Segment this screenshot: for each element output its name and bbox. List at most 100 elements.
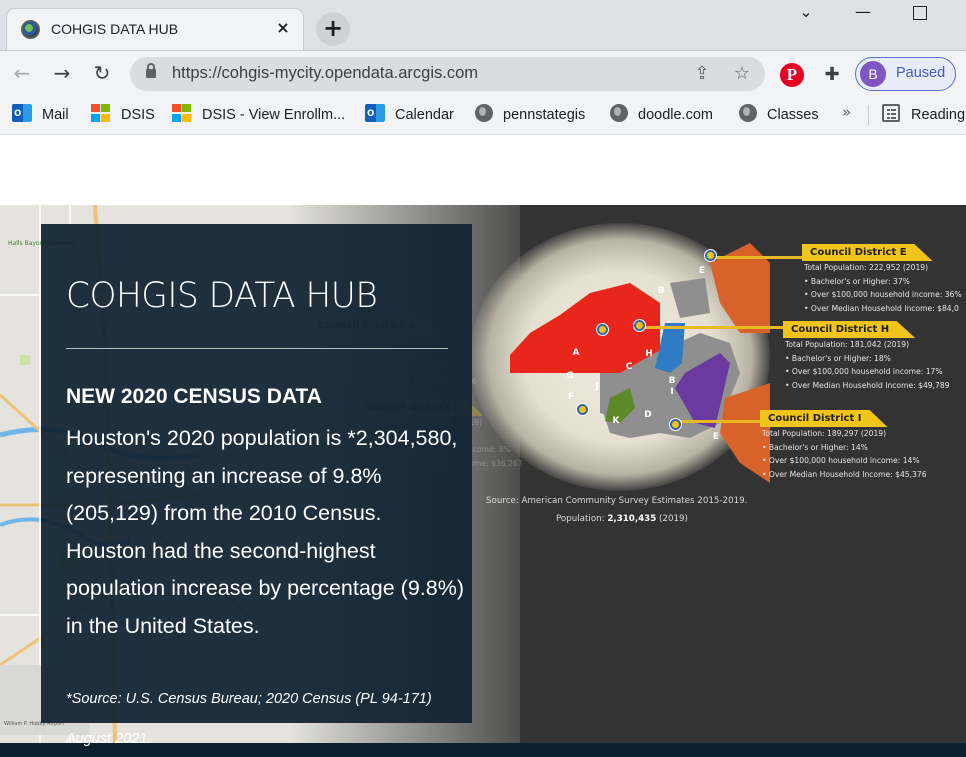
infographic-source: Source: American Community Survey Estima… (486, 496, 748, 506)
profile-status: Paused (896, 65, 946, 81)
population-value: 2,310,435 (607, 514, 657, 524)
page-title: COHGIS DATA HUB (66, 276, 378, 316)
district-j-pin (577, 404, 588, 415)
population-label: Population: (556, 514, 605, 524)
bookmark-label: Mail (42, 107, 69, 123)
profile-button[interactable]: B Paused (855, 57, 956, 91)
back-button[interactable]: ← (8, 59, 36, 87)
district-b-shape (670, 278, 710, 318)
minimize-button[interactable]: — (848, 2, 878, 24)
outlook-icon (365, 104, 385, 122)
census-source-note: *Source: U.S. Census Bureau; 2020 Census… (66, 691, 432, 707)
browser-toolbar: ← → ↻ https://cohgis-mycity.opendata.arc… (0, 50, 966, 95)
bookmark-dsis-view-enrollment[interactable]: DSIS - View Enrollm... (172, 104, 345, 126)
district-e-pin (705, 250, 716, 261)
bookmark-label: pennstategis (503, 107, 586, 123)
bookmarks-divider (868, 105, 869, 125)
population-year: (2019) (659, 514, 688, 524)
district-label: D (644, 410, 652, 420)
district-label: E (712, 432, 720, 442)
callout-bachelor: • Bachelor's or Higher: 37% (804, 276, 910, 286)
share-icon[interactable]: ⇪ (690, 62, 714, 86)
callout-total-population: Total Population: 181,042 (2019) (785, 340, 910, 349)
callout-total-population: Total Population: 222,952 (2019) (804, 263, 929, 272)
avatar: B (860, 61, 886, 87)
callout-total-population: Total Population: 189,297 (2019) (762, 429, 887, 438)
district-label: H (645, 349, 653, 359)
district-label: G (566, 371, 574, 381)
bookmark-label: Calendar (395, 107, 454, 123)
reading-list-label: Reading list (911, 107, 966, 123)
district-label: I (670, 387, 674, 397)
census-body: Houston's 2020 population is *2,304,580,… (66, 420, 466, 645)
address-bar[interactable]: https://cohgis-mycity.opendata.arcgis.co… (130, 57, 765, 91)
bookmark-mail[interactable]: Mail (12, 104, 69, 126)
callout-over-100k: • Over $100,000 household income: 17% (785, 367, 943, 376)
district-label: C (625, 362, 633, 372)
hero-text-panel: COHGIS DATA HUB NEW 2020 CENSUS DATA Hou… (41, 224, 472, 723)
callout-district-i: Council District I Total Population: 189… (760, 406, 927, 481)
district-label: J (595, 382, 599, 392)
bookmark-pennstategis[interactable]: pennstategis (475, 104, 585, 126)
bookmark-calendar[interactable]: Calendar (365, 104, 454, 126)
close-tab-icon[interactable]: × (273, 18, 293, 38)
title-divider (66, 348, 448, 349)
district-i-pin (670, 419, 681, 430)
maximize-button[interactable] (905, 2, 935, 24)
callout-district-h: Council District H Total Population: 181… (783, 317, 950, 392)
leader-line-district-e (715, 256, 815, 259)
callout-title: Council District I (760, 410, 888, 427)
globe-icon (475, 104, 493, 122)
globe-icon (610, 104, 628, 122)
extensions-puzzle-icon[interactable]: ✚ (820, 63, 844, 87)
callout-median-income: • Over Median Household Income: $84,0 (804, 303, 959, 313)
microsoft-icon (91, 104, 111, 122)
bookmark-dsis[interactable]: DSIS (91, 104, 155, 126)
outlook-icon (12, 104, 32, 122)
bookmarks-overflow-chevron-icon[interactable]: » (842, 103, 851, 121)
leader-line-district-h (645, 326, 795, 329)
callout-bachelor: • Bachelor's or Higher: 14% (762, 442, 868, 452)
bookmarks-bar: Mail DSIS DSIS - View Enrollm... Calenda… (0, 95, 966, 135)
callout-title: Council District H (783, 321, 916, 338)
microsoft-icon (172, 104, 192, 122)
district-label: B (657, 286, 665, 296)
district-a-pin (597, 324, 608, 335)
infographic-population: Population: 2,310,435 (2019) (556, 514, 688, 524)
bookmark-doodle[interactable]: doodle.com (610, 104, 713, 126)
bookmark-label: doodle.com (638, 107, 713, 123)
district-label: F (567, 392, 575, 402)
url-text[interactable]: https://cohgis-mycity.opendata.arcgis.co… (172, 64, 478, 83)
callout-title: Council District E (802, 244, 933, 261)
district-label: E (698, 266, 706, 276)
tab-title: COHGIS DATA HUB (51, 21, 179, 37)
new-tab-button[interactable]: + (316, 12, 350, 46)
map-park (20, 355, 30, 365)
bookmark-label: DSIS (121, 107, 155, 123)
bookmark-label: Classes (767, 107, 819, 123)
callout-district-e: Council District E Total Population: 222… (802, 240, 962, 315)
district-h-pin (634, 320, 645, 331)
district-label: K (612, 416, 620, 426)
browser-titlebar: COHGIS DATA HUB × + ⌄ — (0, 0, 966, 50)
bookmark-star-icon[interactable]: ☆ (730, 62, 754, 86)
browser-tab-active[interactable]: COHGIS DATA HUB × (6, 8, 304, 50)
district-label: A (572, 348, 580, 358)
callout-over-100k: • Over $100,000 household income: 14% (762, 456, 920, 465)
census-date-note: August 2021. (66, 731, 152, 747)
bookmark-label: DSIS - View Enrollm... (202, 107, 346, 123)
reading-list-button[interactable]: Reading list (882, 104, 966, 126)
reading-list-icon (882, 104, 900, 122)
globe-icon (739, 104, 757, 122)
reload-button[interactable]: ↻ (88, 59, 116, 87)
tab-search-chevron-icon[interactable]: ⌄ (791, 2, 821, 24)
pinterest-extension-icon[interactable]: P (780, 63, 804, 87)
globe-map-icon (21, 20, 40, 39)
lock-icon[interactable] (146, 63, 156, 78)
bookmark-classes[interactable]: Classes (739, 104, 819, 126)
forward-button[interactable]: → (48, 59, 76, 87)
callout-bachelor: • Bachelor's or Higher: 18% (785, 353, 891, 363)
callout-median-income: • Over Median Household Income: $49,789 (785, 380, 950, 390)
census-heading: NEW 2020 CENSUS DATA (66, 385, 322, 408)
maximize-icon (913, 5, 927, 20)
